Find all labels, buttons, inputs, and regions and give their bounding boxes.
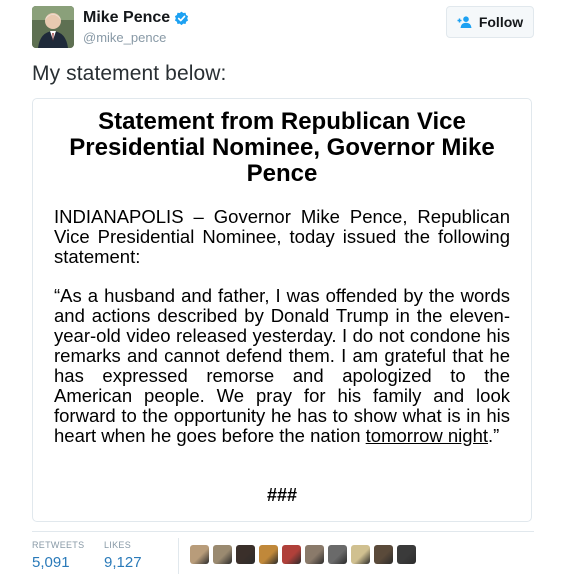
avatar-image bbox=[32, 6, 74, 48]
liker-avatar[interactable] bbox=[282, 545, 301, 564]
liker-avatar[interactable] bbox=[213, 545, 232, 564]
likers-avatars bbox=[190, 545, 420, 564]
retweets-label: RETWEETS bbox=[32, 540, 85, 550]
user-handle[interactable]: @mike_pence bbox=[83, 30, 166, 45]
likes-stat[interactable]: LIKES 9,127 bbox=[104, 540, 142, 571]
statement-end-mark: ### bbox=[266, 485, 298, 505]
stats-separator bbox=[178, 538, 179, 574]
stats-divider bbox=[32, 531, 534, 532]
follow-button[interactable]: Follow bbox=[446, 6, 534, 38]
display-name[interactable]: Mike Pence bbox=[83, 9, 170, 27]
liker-avatar[interactable] bbox=[374, 545, 393, 564]
verified-badge-icon bbox=[175, 11, 189, 25]
name-row: Mike Pence bbox=[83, 9, 189, 27]
liker-avatar[interactable] bbox=[236, 545, 255, 564]
liker-avatar[interactable] bbox=[351, 545, 370, 564]
statement-image[interactable]: Statement from Republican Vice President… bbox=[32, 98, 532, 522]
retweets-stat[interactable]: RETWEETS 5,091 bbox=[32, 540, 84, 571]
liker-avatar[interactable] bbox=[328, 545, 347, 564]
follow-user-icon bbox=[457, 16, 472, 28]
statement-title: Statement from Republican Vice President… bbox=[69, 108, 495, 187]
likes-count: 9,127 bbox=[104, 554, 142, 571]
liker-avatar[interactable] bbox=[397, 545, 416, 564]
follow-button-label: Follow bbox=[478, 14, 524, 30]
statement-underlined-text: tomorrow night bbox=[365, 425, 489, 446]
liker-avatar[interactable] bbox=[259, 545, 278, 564]
likes-label: LIKES bbox=[104, 540, 132, 550]
liker-avatar[interactable] bbox=[305, 545, 324, 564]
retweets-count: 5,091 bbox=[32, 554, 70, 571]
avatar[interactable] bbox=[32, 6, 74, 48]
statement-paragraph-1: INDIANAPOLIS – Governor Mike Pence, Repu… bbox=[54, 206, 510, 267]
statement-quote-end: .” bbox=[488, 425, 500, 446]
statement-quote-text: “As a husband and father, I was offended… bbox=[54, 285, 510, 446]
liker-avatar[interactable] bbox=[190, 545, 209, 564]
statement-paragraph-2: “As a husband and father, I was offended… bbox=[54, 286, 510, 446]
tweet-header: Mike Pence @mike_pence Follow bbox=[32, 6, 534, 50]
tweet-text: My statement below: bbox=[32, 62, 227, 85]
